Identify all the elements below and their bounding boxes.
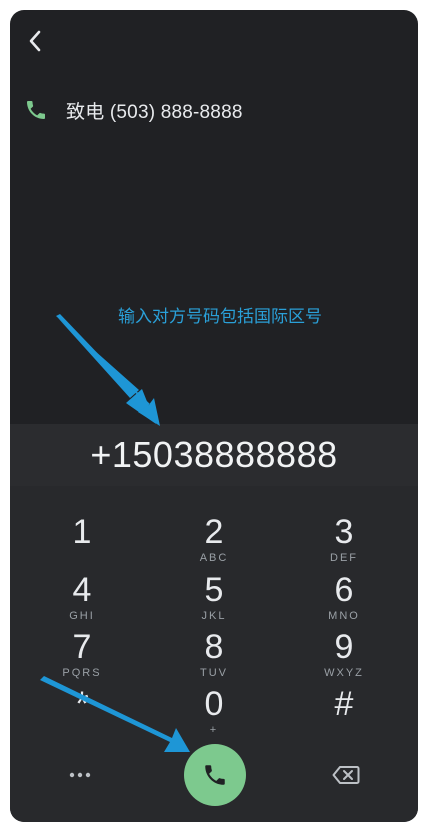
key-digit: 2 xyxy=(204,513,224,551)
key-letters: PQRS xyxy=(62,667,102,679)
key-0[interactable]: 0 + xyxy=(154,686,274,742)
key-9[interactable]: 9 WXYZ xyxy=(284,629,404,685)
key-letters: JKL xyxy=(201,610,227,622)
dialer-screen: 致电 (503) 888-8888 +15038888888 1 2 ABC 3… xyxy=(10,10,418,822)
annotation-text: 输入对方号码包括国际区号 xyxy=(118,307,322,326)
key-letters: WXYZ xyxy=(324,667,364,679)
key-digit: 1 xyxy=(72,513,92,551)
key-digit: 7 xyxy=(72,628,92,666)
key-star[interactable]: * xyxy=(22,686,142,742)
key-hash[interactable]: # xyxy=(284,686,404,742)
call-suggestion[interactable]: 致电 (503) 888-8888 xyxy=(24,96,243,124)
key-1[interactable]: 1 xyxy=(22,514,142,570)
call-suggestion-label: 致电 (503) 888-8888 xyxy=(66,101,243,123)
key-letters: GHI xyxy=(69,610,95,622)
key-digit: * xyxy=(75,685,89,723)
key-2[interactable]: 2 ABC xyxy=(154,514,274,570)
key-digit: # xyxy=(334,685,354,723)
key-5[interactable]: 5 JKL xyxy=(154,572,274,628)
key-letters: MNO xyxy=(328,610,360,622)
more-horizontal-icon xyxy=(69,772,91,778)
key-4[interactable]: 4 GHI xyxy=(22,572,142,628)
key-digit: 8 xyxy=(204,628,224,666)
backspace-button[interactable] xyxy=(328,762,364,788)
key-digit: 3 xyxy=(334,513,354,551)
back-button[interactable] xyxy=(22,26,48,56)
phone-icon xyxy=(24,98,48,122)
key-digit: 0 xyxy=(204,685,224,723)
dialed-number: +15038888888 xyxy=(90,434,338,475)
key-digit: 9 xyxy=(334,628,354,666)
dialed-number-display[interactable]: +15038888888 xyxy=(10,424,418,487)
key-digit: 6 xyxy=(334,571,354,609)
key-letters: ABC xyxy=(199,552,229,564)
chevron-left-icon xyxy=(29,30,41,52)
key-6[interactable]: 6 MNO xyxy=(284,572,404,628)
key-letters: DEF xyxy=(330,552,358,564)
more-options-button[interactable] xyxy=(62,762,98,788)
key-3[interactable]: 3 DEF xyxy=(284,514,404,570)
backspace-icon xyxy=(332,766,360,784)
key-letters: + xyxy=(209,724,219,736)
key-7[interactable]: 7 PQRS xyxy=(22,629,142,685)
key-digit: 4 xyxy=(72,571,92,609)
key-letters: TUV xyxy=(200,667,228,679)
call-button[interactable] xyxy=(184,744,246,806)
key-digit: 5 xyxy=(204,571,224,609)
key-8[interactable]: 8 TUV xyxy=(154,629,274,685)
phone-icon xyxy=(205,765,225,785)
